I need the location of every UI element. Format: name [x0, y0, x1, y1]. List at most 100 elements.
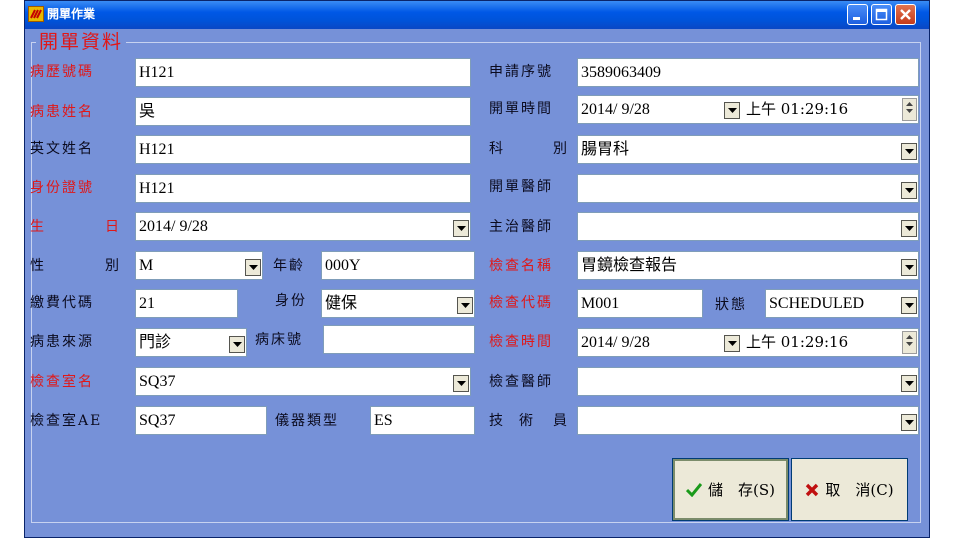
- exam-time-picker[interactable]: 2014/ 9/28 上午 01:29:16: [577, 328, 919, 357]
- birthday-label-b: 日: [105, 219, 121, 235]
- patient-source-value: 門診: [139, 334, 172, 351]
- patient-source-select[interactable]: 門診: [135, 328, 247, 357]
- window: 開單作業 開單資料 病歷號碼 H121 病患姓名 吳 英文姓名 H121 身份證…: [24, 0, 930, 538]
- chevron-down-icon[interactable]: [901, 220, 917, 237]
- minimize-button[interactable]: [847, 4, 868, 25]
- id-number-label: 身份證號: [30, 180, 94, 196]
- chart-no-label: 病歷號碼: [30, 64, 94, 80]
- department-label-a: 科: [489, 141, 505, 157]
- attending-doctor-select[interactable]: [577, 212, 919, 241]
- technician-label-b: 術: [519, 413, 535, 429]
- order-time-picker[interactable]: 2014/ 9/28 上午 01:29:16: [577, 95, 919, 124]
- maximize-button[interactable]: [871, 4, 892, 25]
- exam-date-value: 2014/ 9/28: [581, 334, 650, 351]
- status-value: SCHEDULED: [769, 295, 865, 312]
- exam-room-ae-label: 檢查室AE: [30, 413, 103, 429]
- time-spinner[interactable]: [902, 98, 917, 121]
- age-field[interactable]: 000Y: [321, 251, 475, 280]
- chevron-down-icon[interactable]: [901, 414, 917, 431]
- close-window-button[interactable]: [895, 4, 916, 25]
- id-number-field[interactable]: H121: [135, 174, 471, 203]
- exam-room-select[interactable]: SQ37: [135, 367, 471, 396]
- x-mark-icon: [806, 483, 819, 496]
- chevron-down-icon[interactable]: [901, 259, 917, 276]
- technician-label-a: 技: [489, 413, 505, 429]
- sex-select[interactable]: M: [135, 251, 263, 280]
- payment-code-label: 繳費代碼: [30, 295, 94, 311]
- exam-code-label: 檢查代碼: [489, 295, 553, 311]
- chevron-down-icon[interactable]: [724, 335, 740, 352]
- exam-name-select[interactable]: 胃鏡檢查報告: [577, 251, 919, 280]
- patient-name-field[interactable]: 吳: [135, 97, 471, 126]
- request-no-field[interactable]: 3589063409: [577, 58, 919, 87]
- sex-label-a: 性: [30, 258, 46, 274]
- exam-name-label: 檢查名稱: [489, 258, 553, 274]
- cancel-button-label: 取 消(C): [825, 481, 894, 499]
- order-time-label: 開單時間: [489, 101, 553, 117]
- chevron-down-icon[interactable]: [901, 297, 917, 314]
- birthday-picker[interactable]: 2014/ 9/28: [135, 212, 471, 241]
- spin-up-icon[interactable]: [903, 335, 916, 339]
- patient-source-label: 病患來源: [30, 334, 94, 350]
- chevron-down-icon[interactable]: [229, 336, 245, 353]
- exam-code-field[interactable]: M001: [577, 289, 703, 318]
- checkmark-icon: [686, 482, 702, 497]
- payment-code-field[interactable]: 21: [135, 289, 238, 318]
- department-label-b: 別: [553, 141, 569, 157]
- chevron-down-icon[interactable]: [901, 182, 917, 199]
- identity-value: 健保: [325, 295, 358, 312]
- exam-doctor-select[interactable]: [577, 367, 919, 396]
- technician-select[interactable]: [577, 406, 919, 435]
- identity-label: 身份: [275, 293, 307, 309]
- exam-name-value: 胃鏡檢查報告: [581, 257, 678, 274]
- group-title: 開單資料: [36, 31, 127, 53]
- exam-room-ae-field[interactable]: SQ37: [135, 406, 267, 435]
- exam-room-label: 檢查室名: [30, 374, 94, 390]
- patient-name-label: 病患姓名: [30, 104, 94, 120]
- chevron-down-icon[interactable]: [457, 297, 473, 314]
- english-name-label: 英文姓名: [30, 141, 94, 157]
- department-select[interactable]: 腸胃科: [577, 135, 919, 164]
- save-button-label: 儲 存(S): [708, 481, 775, 499]
- time-spinner[interactable]: [902, 331, 917, 354]
- attending-doctor-label: 主治醫師: [489, 219, 553, 235]
- ordering-doctor-label: 開單醫師: [489, 179, 553, 195]
- identity-select[interactable]: 健保: [321, 289, 475, 318]
- exam-time-value: 上午 01:29:16: [746, 333, 849, 351]
- request-no-label: 申請序號: [489, 64, 553, 80]
- chevron-down-icon[interactable]: [901, 143, 917, 160]
- department-value: 腸胃科: [581, 141, 630, 158]
- sex-value: M: [139, 257, 154, 274]
- order-time-value: 上午 01:29:16: [746, 100, 849, 118]
- exam-doctor-label: 檢查醫師: [489, 374, 553, 390]
- chevron-down-icon[interactable]: [453, 375, 469, 392]
- status-select[interactable]: SCHEDULED: [765, 289, 919, 318]
- spin-down-icon[interactable]: [903, 109, 916, 113]
- sex-label-b: 別: [105, 258, 121, 274]
- spin-up-icon[interactable]: [903, 102, 916, 106]
- window-title: 開單作業: [47, 7, 96, 21]
- english-name-field[interactable]: H121: [135, 135, 471, 164]
- app-logo-icon: [28, 6, 44, 22]
- chevron-down-icon[interactable]: [901, 375, 917, 392]
- technician-label-c: 員: [553, 413, 569, 429]
- chevron-down-icon[interactable]: [724, 102, 740, 119]
- birthday-value: 2014/ 9/28: [139, 218, 208, 235]
- device-type-label: 儀器類型: [275, 413, 339, 429]
- exam-room-value: SQ37: [139, 373, 176, 390]
- age-label: 年齡: [273, 258, 305, 274]
- exam-time-label: 檢查時間: [489, 334, 553, 350]
- title-bar[interactable]: 開單作業: [25, 1, 929, 29]
- order-date-value: 2014/ 9/28: [581, 101, 650, 118]
- save-button[interactable]: 儲 存(S): [672, 458, 789, 521]
- bed-no-label: 病床號: [255, 332, 303, 348]
- spin-down-icon[interactable]: [903, 342, 916, 346]
- device-type-field[interactable]: ES: [370, 406, 475, 435]
- status-label: 狀態: [715, 297, 747, 313]
- bed-no-field[interactable]: [323, 325, 475, 354]
- cancel-button[interactable]: 取 消(C): [791, 458, 908, 521]
- ordering-doctor-select[interactable]: [577, 174, 919, 203]
- chart-no-field[interactable]: H121: [135, 58, 471, 87]
- chevron-down-icon[interactable]: [453, 220, 469, 237]
- chevron-down-icon[interactable]: [245, 259, 261, 276]
